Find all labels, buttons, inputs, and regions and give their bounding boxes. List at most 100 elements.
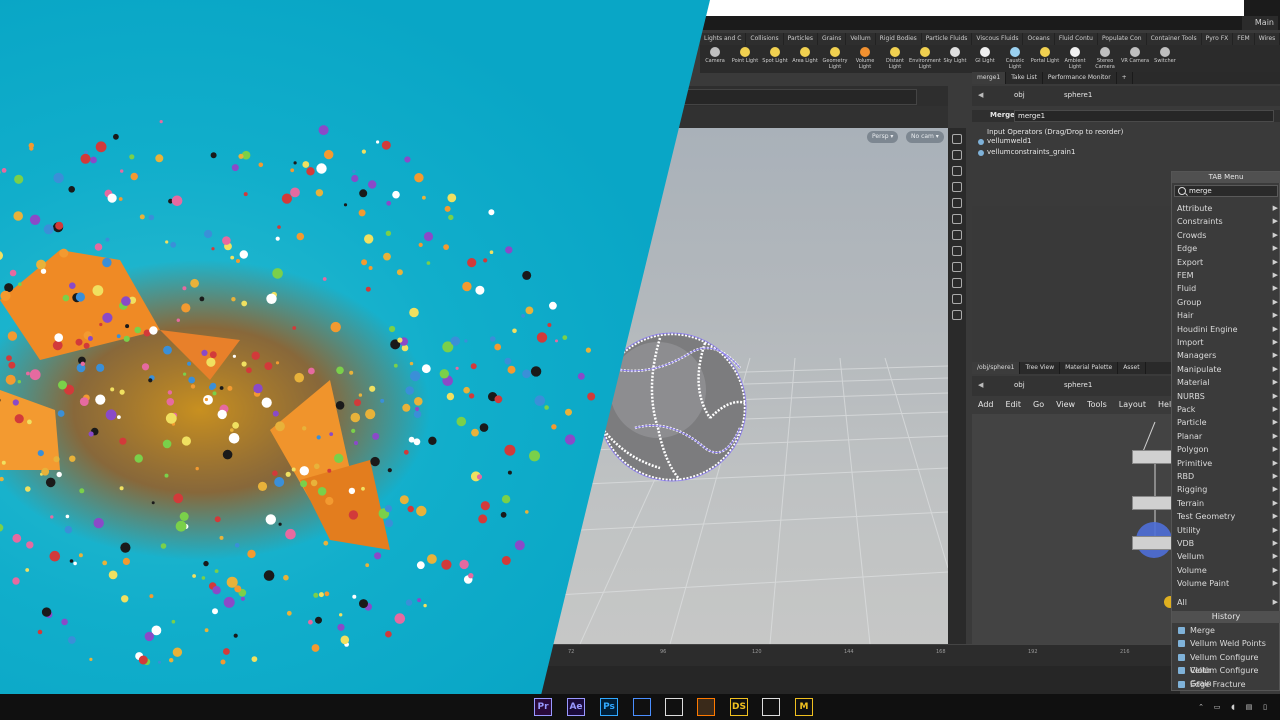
wire-icon[interactable] <box>952 198 962 208</box>
param-tab[interactable]: Performance Monitor <box>1043 72 1117 84</box>
grid-icon[interactable] <box>952 278 962 288</box>
tray-volume-icon[interactable]: ◖ <box>1229 703 1237 711</box>
shelf-tool[interactable]: Environment Light <box>909 45 941 73</box>
shelf-tab[interactable]: FEM <box>1233 33 1255 45</box>
taskbar-app-icon[interactable] <box>665 698 683 716</box>
taskbar-app-icon[interactable]: M <box>795 698 813 716</box>
shelf-tool[interactable]: Volume Light <box>850 45 880 73</box>
network-path-root[interactable]: obj <box>1014 381 1025 389</box>
tab-menu-item[interactable]: Rigging ▶ <box>1172 483 1280 496</box>
tab-menu-all[interactable]: All ▶ <box>1172 596 1280 609</box>
taskbar-app-icon[interactable]: DS <box>730 698 748 716</box>
taskbar-app-icon[interactable]: Ps <box>600 698 618 716</box>
shelf-tool[interactable]: Sky Light <box>940 45 970 73</box>
shelf-tool[interactable]: Stereo Camera <box>1090 45 1120 73</box>
tab-menu-item[interactable]: Edge ▶ <box>1172 242 1280 255</box>
shelf-tool[interactable]: Switcher <box>1150 45 1180 73</box>
tray-up-icon[interactable]: ⌃ <box>1197 703 1205 711</box>
tab-menu-item[interactable]: Hair ▶ <box>1172 309 1280 322</box>
back-icon[interactable]: ◀ <box>978 91 983 99</box>
shelf-tool[interactable]: VR Camera <box>1120 45 1150 73</box>
input-operator-item[interactable]: vellumweld1 <box>987 137 1031 145</box>
shelf-tool[interactable]: Ambient Light <box>1060 45 1090 73</box>
shelf-tab[interactable]: Fluid Contu <box>1055 33 1098 45</box>
tab-menu-item[interactable]: Vellum ▶ <box>1172 550 1280 563</box>
tab-menu-item[interactable]: Polygon ▶ <box>1172 443 1280 456</box>
node-name-field[interactable]: merge1 <box>1014 110 1274 122</box>
tab-menu-item[interactable]: FEM ▶ <box>1172 269 1280 282</box>
lock-icon[interactable] <box>952 150 962 160</box>
shelf-tool[interactable]: Camera <box>700 45 730 73</box>
shelf-tab[interactable]: Particle Fluids <box>922 33 973 45</box>
tab-menu-item[interactable]: Houdini Engine ▶ <box>1172 323 1280 336</box>
tab-menu-item[interactable]: RBD ▶ <box>1172 470 1280 483</box>
persp-menu[interactable]: Persp ▾ <box>867 131 899 143</box>
tab-menu-item[interactable]: Utility ▶ <box>1172 524 1280 537</box>
taskbar-app-icon[interactable]: Pr <box>534 698 552 716</box>
network-menu-item[interactable]: Go <box>1027 396 1050 414</box>
viewport-combo[interactable] <box>680 89 917 105</box>
shelf-tab[interactable]: Collisions <box>746 33 784 45</box>
tray-notification-icon[interactable]: ▯ <box>1261 703 1269 711</box>
timeline[interactable]: 72 96 120 144 168 192 216 <box>540 644 1180 667</box>
network-path-node[interactable]: sphere1 <box>1064 381 1092 389</box>
network-menu-item[interactable]: Tools <box>1081 396 1113 414</box>
shelf-tool[interactable]: Geometry Light <box>820 45 850 73</box>
taskbar-app-icon[interactable] <box>697 698 715 716</box>
network-tab[interactable]: /obj/sphere1 <box>972 362 1021 374</box>
network-menu-item[interactable]: View <box>1050 396 1081 414</box>
path-node[interactable]: sphere1 <box>1064 91 1092 99</box>
tray-network-icon[interactable]: ▭ <box>1213 703 1221 711</box>
snap-icon[interactable] <box>952 166 962 176</box>
tab-menu-item[interactable]: VDB ▶ <box>1172 537 1280 550</box>
tab-menu-item[interactable]: Attribute ▶ <box>1172 202 1280 215</box>
shelf-tool[interactable]: Caustic Light <box>1000 45 1030 73</box>
network-menu-item[interactable]: Add <box>972 396 1000 414</box>
shelf-tool[interactable]: Distant Light <box>880 45 910 73</box>
tab-menu-item[interactable]: Fluid ▶ <box>1172 282 1280 295</box>
shelf-tab[interactable]: Container Tools <box>1147 33 1202 45</box>
shelf-tab[interactable]: Pyro FX <box>1202 33 1234 45</box>
shelf-tab[interactable]: Rigid Bodies <box>876 33 922 45</box>
tab-menu-item[interactable]: Terrain ▶ <box>1172 497 1280 510</box>
taskbar-app-icon[interactable] <box>633 698 651 716</box>
tab-menu-item[interactable]: Volume Paint ▶ <box>1172 577 1280 590</box>
tab-menu-item[interactable]: Pack ▶ <box>1172 403 1280 416</box>
point-icon[interactable] <box>952 230 962 240</box>
shelf-tab[interactable]: Grains <box>818 33 847 45</box>
back-icon[interactable]: ◀ <box>978 381 983 389</box>
tab-menu-search[interactable]: merge <box>1174 185 1278 197</box>
camera-icon[interactable] <box>952 294 962 304</box>
shelf-tab[interactable]: Populate Con <box>1098 33 1147 45</box>
tab-menu-item[interactable]: Managers ▶ <box>1172 349 1280 362</box>
param-tab[interactable]: merge1 <box>972 72 1007 84</box>
network-menu-item[interactable]: Layout <box>1113 396 1152 414</box>
light-icon[interactable] <box>952 182 962 192</box>
tab-menu-item[interactable]: Particle ▶ <box>1172 416 1280 429</box>
tab-menu-item[interactable]: Test Geometry ▶ <box>1172 510 1280 523</box>
tab-menu-item[interactable]: NURBS ▶ <box>1172 390 1280 403</box>
tab-menu-history-item[interactable]: Merge <box>1172 624 1280 637</box>
shelf-tab[interactable]: Oceans <box>1023 33 1055 45</box>
input-operator-item[interactable]: vellumconstraints_grain1 <box>987 148 1075 156</box>
tab-menu-item[interactable]: Import ▶ <box>1172 336 1280 349</box>
shelf-tool[interactable]: GI Light <box>970 45 1000 73</box>
tab-menu-item[interactable]: Material ▶ <box>1172 376 1280 389</box>
tab-menu-history-item[interactable]: Vellum Configure Grain <box>1172 664 1280 688</box>
tab-menu-history-item[interactable]: Vellum Weld Points <box>1172 637 1280 650</box>
param-tab[interactable]: Take List <box>1006 72 1043 84</box>
shelf-tool[interactable]: Spot Light <box>760 45 790 73</box>
shelf-tab[interactable]: Lights and C <box>700 33 747 45</box>
shelf-tab[interactable]: Viscous Fluids <box>972 33 1024 45</box>
network-tab[interactable]: Tree View <box>1020 362 1061 374</box>
shade-icon[interactable] <box>952 214 962 224</box>
tab-menu-item[interactable]: Primitive ▶ <box>1172 457 1280 470</box>
shelf-tool[interactable]: Area Light <box>790 45 820 73</box>
shelf-tab[interactable]: Particles <box>784 33 818 45</box>
shelf-tab[interactable]: Wires <box>1255 33 1280 45</box>
ghost-icon[interactable] <box>952 262 962 272</box>
path-root[interactable]: obj <box>1014 91 1025 99</box>
shelf-tab[interactable]: Vellum <box>846 33 876 45</box>
tab-menu-item[interactable]: Manipulate ▶ <box>1172 363 1280 376</box>
taskbar-app-icon[interactable] <box>762 698 780 716</box>
